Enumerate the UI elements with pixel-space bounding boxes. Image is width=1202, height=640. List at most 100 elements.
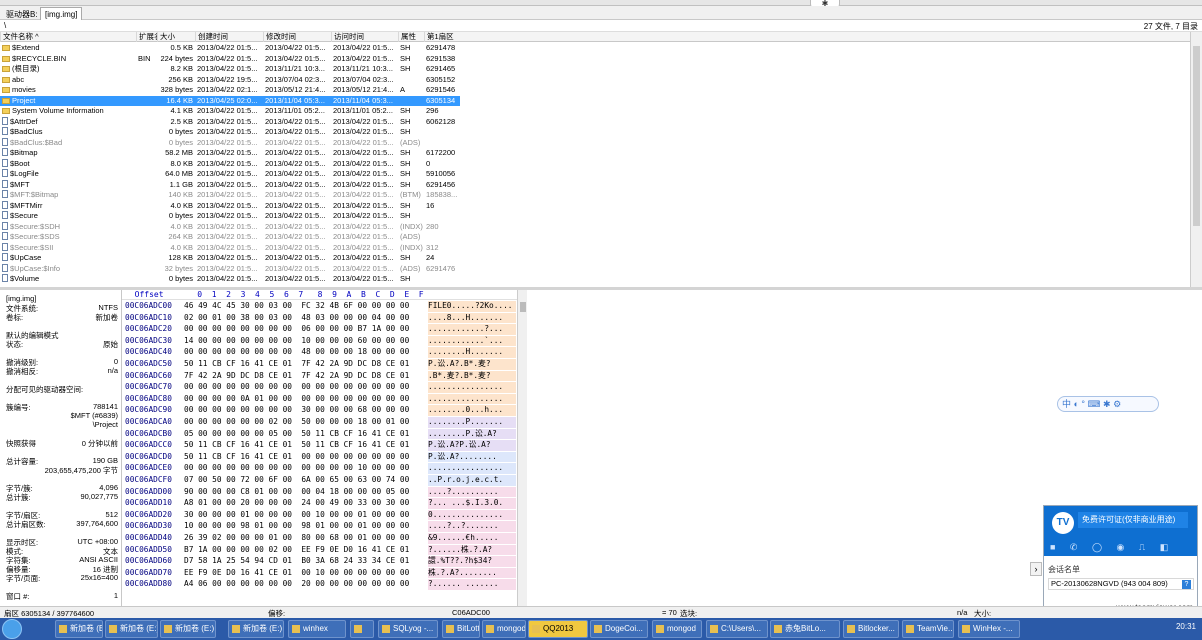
taskbar-item[interactable]: C:\Users\... — [706, 620, 768, 638]
taskbar-item[interactable]: 新加卷 (E:) — [55, 620, 103, 638]
hex-text[interactable]: ?......株.?.A? — [428, 544, 516, 556]
hex-editor[interactable]: Offset 0 1 2 3 4 5 6 7 8 9 A B C D E F 0… — [122, 290, 517, 606]
hex-row[interactable]: 00C06ADC90 00 00 00 00 00 00 00 00 30 00 … — [122, 405, 517, 416]
file-row[interactable]: $MFT:$Bitmap 140 KB 2013/04/22 01:5... 2013… — [0, 190, 460, 201]
hex-text[interactable]: ?... ...$.I.3.0. — [428, 498, 516, 509]
hex-bytes[interactable]: 26 39 02 00 00 00 01 00 80 00 68 00 01 0… — [184, 533, 409, 544]
hex-bytes[interactable]: 00 00 00 00 00 00 00 00 00 00 00 00 00 0… — [184, 382, 409, 393]
hex-text[interactable]: FILE0.....?2Ko.... — [428, 301, 516, 312]
hex-bytes[interactable]: 00 00 00 00 00 00 00 00 06 00 00 00 B7 1… — [184, 324, 409, 335]
hex-row[interactable]: 00C06ADD10 A8 01 00 00 20 00 00 00 24 00 … — [122, 498, 517, 509]
teamviewer-expand-arrow[interactable]: › — [1030, 562, 1042, 576]
column-header[interactable]: 第1扇区 — [424, 32, 460, 42]
hex-row[interactable]: 00C06ADCE0 00 00 00 00 00 00 00 00 00 00 … — [122, 463, 517, 474]
file-row[interactable]: $Secure:$SDH 4.0 KB 2013/04/22 01:5... 2013… — [0, 221, 460, 233]
hex-text[interactable]: ................ — [428, 382, 516, 393]
column-header[interactable]: 访问时间 — [331, 32, 398, 42]
taskbar-item[interactable]: 新加卷 (E:) — [228, 620, 284, 638]
file-row[interactable]: $UpCase 128 KB 2013/04/22 01:5... 2013/04/2… — [0, 253, 460, 264]
hex-text[interactable]: ....8...H....... — [428, 312, 516, 324]
hex-row[interactable]: 00C06ADD80 A4 06 00 00 00 00 00 00 20 00 … — [122, 579, 517, 590]
hex-bytes[interactable]: 7F 42 2A 9D DC D8 CE 01 7F 42 2A 9D DC D… — [184, 371, 409, 382]
hex-row[interactable]: 00C06ADCD0 50 11 CB CF 16 41 CE 01 00 00 … — [122, 451, 517, 463]
file-row[interactable]: $Boot 8.0 KB 2013/04/22 01:5... 2013/04/22 … — [0, 158, 460, 170]
hex-bytes[interactable]: A8 01 00 00 20 00 00 00 24 00 49 00 33 0… — [184, 498, 409, 509]
taskbar-item[interactable]: SQLyog -... — [378, 620, 438, 638]
hex-row[interactable]: 00C06ADC30 14 00 00 00 00 00 00 00 10 00 … — [122, 335, 517, 347]
file-row[interactable]: $BadClus:$Bad 0 bytes 2013/04/22 01:5... 20… — [0, 137, 460, 149]
hex-row[interactable]: 00C06ADD00 90 00 00 00 C8 01 00 00 00 04 … — [122, 486, 517, 498]
start-button[interactable] — [2, 619, 22, 639]
taskbar-item[interactable]: Bitlocker... — [843, 620, 899, 638]
hex-text[interactable]: ........P....... — [428, 417, 516, 428]
column-header[interactable]: 文件名称 ^ — [0, 32, 136, 42]
hex-row[interactable]: 00C06ADC40 00 00 00 00 00 00 00 00 48 00 … — [122, 347, 517, 358]
file-list-scrollbar[interactable] — [1190, 32, 1202, 287]
tab-img[interactable]: [img.img] — [40, 7, 83, 20]
scrollbar-thumb[interactable] — [1193, 46, 1200, 226]
hex-bytes[interactable]: 30 00 00 00 01 00 00 00 00 10 00 00 01 0… — [184, 510, 409, 521]
hex-bytes[interactable]: EE F9 0E D0 16 41 CE 01 00 10 00 00 00 0… — [184, 568, 409, 579]
file-row[interactable]: movies 328 bytes 2013/04/22 02:1... 2013/05… — [0, 85, 460, 96]
taskbar-item[interactable]: mongod... — [482, 620, 526, 638]
hex-row[interactable]: 00C06ADCB0 05 00 00 00 00 00 05 00 50 11 … — [122, 428, 517, 440]
hex-bytes[interactable]: 00 00 00 00 00 00 00 00 00 00 00 00 10 0… — [184, 463, 409, 474]
hex-row[interactable]: 00C06ADC60 7F 42 2A 9D DC D8 CE 01 7F 42 … — [122, 370, 517, 382]
taskbar-item[interactable]: QQ2013 — [528, 620, 588, 638]
hex-text[interactable]: ..P.r.o.j.e.c.t. — [428, 475, 516, 486]
taskbar-item[interactable]: TeamVie... — [902, 620, 954, 638]
file-row[interactable]: $MFTMirr 4.0 KB 2013/04/22 01:5... 2013/04/… — [0, 200, 460, 212]
hex-text[interactable]: ........H....... — [428, 347, 516, 358]
taskbar-item[interactable]: 新加卷 (E:) — [160, 620, 216, 638]
file-row[interactable]: $BadClus 0 bytes 2013/04/22 01:5... 2013/04… — [0, 127, 460, 138]
ime-toolbar[interactable]: 中 ◐ ° ⌨ ✱ ⚙ — [1057, 396, 1159, 412]
hex-row[interactable]: 00C06ADCC0 50 11 CB CF 16 41 CE 01 50 11 … — [122, 440, 517, 451]
taskbar-clock[interactable]: 20:31 — [1176, 622, 1196, 631]
hex-bytes[interactable]: D7 58 1A 25 54 94 CD 01 B0 3A 68 24 33 3… — [184, 556, 409, 567]
hex-row[interactable]: 00C06ADC70 00 00 00 00 00 00 00 00 00 00 … — [122, 382, 517, 393]
file-row[interactable]: $LogFile 64.0 MB 2013/04/22 01:5... 2013/04… — [0, 169, 460, 180]
hex-row[interactable]: 00C06ADCA0 00 00 00 00 00 00 02 00 50 00 … — [122, 417, 517, 428]
hex-bytes[interactable]: 02 00 01 00 38 00 03 00 48 03 00 00 00 0… — [184, 313, 409, 324]
taskbar-item[interactable]: BitLotter... — [442, 620, 480, 638]
file-list[interactable]: 文件名称 ^扩展名大小创建时间修改时间访问时间属性第1扇区 $Extend 0.5… — [0, 32, 1190, 287]
taskbar-item[interactable]: WinHex -... — [958, 620, 1020, 638]
ime-icons[interactable]: 中 ◐ ° ⌨ ✱ ⚙ — [1062, 399, 1121, 409]
file-row[interactable]: $Bitmap 58.2 MB 2013/04/22 01:5... 2013/04/… — [0, 148, 460, 159]
hex-text[interactable]: ....?..?....... — [428, 521, 516, 532]
file-row[interactable]: Project 16.4 KB 2013/04/25 02:0... 2013/11/… — [0, 95, 460, 106]
hex-text[interactable]: ............`... — [428, 335, 516, 347]
taskbar-item[interactable]: winhex — [288, 620, 346, 638]
file-row[interactable]: $MFT 1.1 GB 2013/04/22 01:5... 2013/04/22 0… — [0, 179, 460, 191]
hex-text[interactable]: ........P.讼.A? — [428, 428, 516, 440]
hex-row[interactable]: 00C06ADD60 D7 58 1A 25 54 94 CD 01 B0 3A … — [122, 556, 517, 567]
hex-bytes[interactable]: 46 49 4C 45 30 00 03 00 FC 32 4B 6F 00 0… — [184, 301, 409, 312]
taskbar-item[interactable]: 赤兔BitLo... — [770, 620, 840, 638]
hex-text[interactable]: 0............... — [428, 509, 516, 521]
hex-row[interactable]: 00C06ADD20 30 00 00 00 01 00 00 00 00 10 … — [122, 509, 517, 521]
hex-row[interactable]: 00C06ADC20 00 00 00 00 00 00 00 00 06 00 … — [122, 324, 517, 335]
file-row[interactable]: (根目录) 8.2 KB 2013/04/22 01:5... 2013/11/21 … — [0, 64, 460, 75]
taskbar-item[interactable] — [350, 620, 374, 638]
hex-bytes[interactable]: 50 11 CB CF 16 41 CE 01 50 11 CB CF 16 4… — [184, 440, 409, 451]
hex-bytes[interactable]: 50 11 CB CF 16 41 CE 01 7F 42 2A 9D DC D… — [184, 359, 409, 370]
hex-bytes[interactable]: 00 00 00 00 0A 01 00 00 00 00 00 00 00 0… — [184, 394, 409, 405]
column-header[interactable]: 扩展名 — [136, 32, 157, 42]
hex-bytes[interactable]: 50 11 CB CF 16 41 CE 01 00 00 00 00 00 0… — [184, 452, 409, 463]
teamviewer-session-entry[interactable]: PC-20130628NGVD (943 004 809)? — [1048, 578, 1194, 590]
teamviewer-toolbar[interactable]: ■ ✆ ◯ ◉ ⎍ ◧ — [1044, 542, 1197, 556]
column-header[interactable]: 大小 — [157, 32, 195, 42]
hex-text[interactable]: .B*.麦?.B*.麦? — [428, 370, 516, 382]
teamviewer-session-list-label[interactable]: 会话名单 — [1048, 564, 1080, 575]
hex-bytes[interactable]: 14 00 00 00 00 00 00 00 10 00 00 00 60 0… — [184, 336, 409, 347]
hex-row[interactable]: 00C06ADD70 EE F9 0E D0 16 41 CE 01 00 10 … — [122, 567, 517, 579]
file-row[interactable]: $Volume 0 bytes 2013/04/22 01:5... 2013/04/… — [0, 274, 460, 285]
hex-bytes[interactable]: 00 00 00 00 00 00 02 00 50 00 00 00 18 0… — [184, 417, 409, 428]
column-header[interactable]: 修改时间 — [263, 32, 331, 42]
hex-row[interactable]: 00C06ADD30 10 00 00 00 98 01 00 00 98 01 … — [122, 521, 517, 532]
hex-text[interactable]: ................ — [428, 463, 516, 474]
taskbar-item[interactable]: mongod — [652, 620, 702, 638]
file-row[interactable]: $RECYCLE.BIN BIN 224 bytes 2013/04/22 01:5.… — [0, 54, 460, 65]
hex-text[interactable]: ................ — [428, 393, 516, 405]
file-row[interactable]: $Secure:$SII 4.0 KB 2013/04/22 01:5... 2013… — [0, 242, 460, 254]
